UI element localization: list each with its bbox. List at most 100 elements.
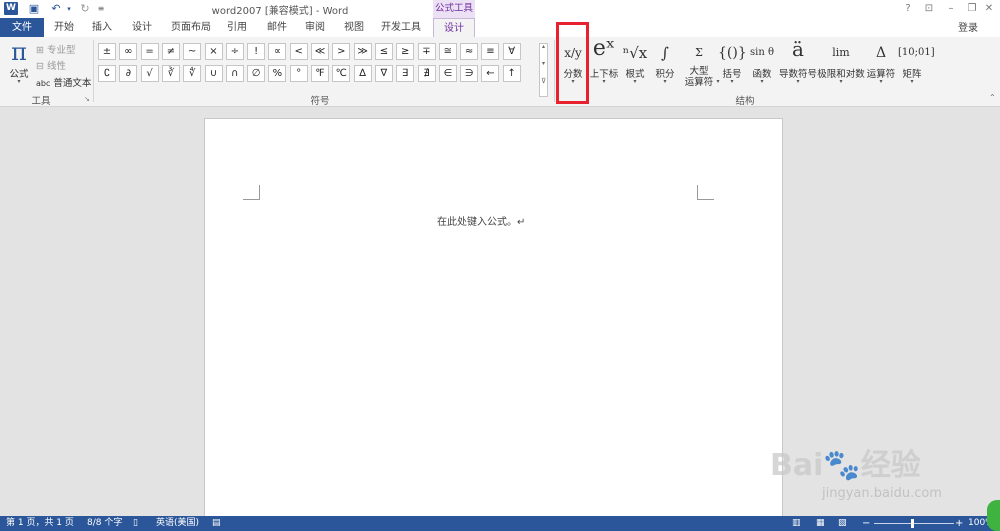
tab-references[interactable]: 引用	[222, 18, 252, 37]
symbols-group-label: 符号	[310, 96, 330, 107]
linear-icon: ⊟	[36, 61, 47, 72]
tab-equation-design[interactable]: 设计	[433, 18, 475, 38]
symbol-button[interactable]: %	[268, 65, 287, 82]
limit-log-dropdown-icon[interactable]: ▾	[818, 78, 864, 85]
watermark-url: jingyan.baidu.com	[822, 486, 942, 501]
symbol-button[interactable]: ∀	[502, 43, 521, 60]
macro-icon[interactable]: ▤	[212, 516, 221, 531]
crop-mark-right	[697, 185, 714, 200]
symbol-button[interactable]: ℉	[311, 65, 329, 82]
help-icon[interactable]: ?	[897, 1, 919, 17]
minimize-icon[interactable]: –	[940, 1, 962, 17]
bracket-icon: {()}	[718, 45, 747, 61]
formula-dropdown-icon[interactable]: ▾	[15, 78, 23, 85]
symbol-button[interactable]: <	[289, 43, 308, 60]
symbol-button[interactable]: ∂	[119, 65, 138, 82]
read-mode-icon[interactable]: ▥	[792, 516, 801, 531]
page-count[interactable]: 第 1 页，共 1 页	[6, 516, 74, 531]
web-layout-icon[interactable]: ▧	[838, 516, 847, 531]
symbol-button[interactable]: ∃	[396, 65, 415, 82]
tab-view[interactable]: 视图	[339, 18, 369, 37]
print-layout-icon[interactable]: ▦	[816, 516, 825, 531]
symbol-button[interactable]: ↑	[502, 65, 521, 82]
symbol-button[interactable]: ÷	[225, 43, 244, 60]
collapse-ribbon-icon[interactable]: ⌃	[989, 93, 996, 102]
fraction-highlight-box	[556, 22, 589, 104]
tab-developer[interactable]: 开发工具	[378, 18, 424, 37]
symbol-button[interactable]: ℃	[332, 65, 351, 82]
tab-page-layout[interactable]: 页面布局	[168, 18, 214, 37]
symbol-button[interactable]: ∅	[247, 65, 266, 82]
symbol-button[interactable]: ×	[204, 43, 223, 60]
normal-text-button[interactable]: abc 普通文本	[36, 75, 91, 89]
document-page[interactable]	[204, 118, 783, 531]
scroll-down-icon[interactable]: ▾	[540, 60, 547, 67]
matrix-dropdown-icon[interactable]: ▾	[898, 78, 926, 85]
symbol-button[interactable]: =	[140, 43, 159, 60]
symbol-button[interactable]: °	[289, 65, 308, 82]
linear-button[interactable]: ⊟ 线性	[36, 58, 66, 72]
symbol-button[interactable]: !	[247, 43, 266, 60]
symbol-button[interactable]: ≪	[311, 43, 329, 60]
zoom-slider-thumb[interactable]	[911, 519, 914, 528]
script-icon: eˣ	[592, 36, 616, 61]
scroll-up-icon[interactable]: ▴	[540, 43, 547, 50]
zoom-slider-track[interactable]	[874, 523, 954, 524]
symbol-button[interactable]: ∩	[225, 65, 244, 82]
equation-placeholder[interactable]: 在此处键入公式。↵	[437, 213, 525, 228]
professional-label: 专业型	[46, 45, 76, 56]
symbol-button[interactable]: ∇	[374, 65, 393, 82]
normal-text-label: 普通文本	[53, 78, 92, 89]
symbol-button[interactable]: ≫	[353, 43, 372, 60]
proofing-icon[interactable]: ▯	[133, 516, 138, 531]
symbol-button[interactable]: √	[140, 65, 159, 82]
large-operator-icon: Σ	[695, 46, 703, 59]
language[interactable]: 英语(美国)	[156, 516, 199, 531]
matrix-icon: [10;01]	[898, 47, 935, 58]
symbol-button[interactable]: ∆	[353, 65, 372, 82]
symbol-button[interactable]: ∈	[438, 65, 457, 82]
tools-dialog-launcher-icon[interactable]: ↘	[84, 95, 90, 103]
symbol-button[interactable]: ≅	[438, 43, 457, 60]
close-icon[interactable]: ✕	[978, 1, 1000, 17]
integral-dropdown-icon[interactable]: ▾	[651, 78, 679, 85]
symbol-button[interactable]: ∓	[417, 43, 436, 60]
tab-home[interactable]: 开始	[50, 18, 78, 37]
tab-review[interactable]: 审阅	[300, 18, 330, 37]
symbol-button[interactable]: ≡	[481, 43, 500, 60]
limit-log-icon: lim	[832, 46, 850, 59]
symbol-button[interactable]: ≠	[161, 43, 180, 60]
tab-file[interactable]: 文件	[0, 18, 44, 37]
accent-dropdown-icon[interactable]: ▾	[780, 78, 816, 85]
symbols-scroll[interactable]	[539, 43, 548, 97]
symbol-button[interactable]: ∁	[98, 65, 116, 82]
word-count[interactable]: 8/8 个字	[87, 516, 122, 531]
zoom-out-icon[interactable]: −	[862, 516, 870, 531]
symbol-button[interactable]: ∄	[417, 65, 436, 82]
login-link[interactable]: 登录	[958, 19, 978, 34]
zoom-in-icon[interactable]: +	[955, 516, 963, 531]
symbol-button[interactable]: ∪	[204, 65, 223, 82]
operator-icon: Δ	[875, 45, 887, 61]
symbol-button[interactable]: ∜	[183, 65, 202, 82]
symbol-button[interactable]: ≈	[460, 43, 479, 60]
symbol-button[interactable]: ≥	[396, 43, 415, 60]
symbol-button[interactable]: ≤	[374, 43, 393, 60]
symbol-button[interactable]: ~	[183, 43, 202, 60]
symbol-button[interactable]: ∛	[161, 65, 180, 82]
symbol-button[interactable]: ←	[481, 65, 500, 82]
symbol-button[interactable]: ±	[98, 43, 116, 60]
tab-design[interactable]: 设计	[128, 18, 156, 37]
pi-icon[interactable]: π	[8, 40, 30, 64]
function-dropdown-icon[interactable]: ▾	[748, 78, 776, 85]
symbol-button[interactable]: ∋	[460, 65, 479, 82]
symbol-button[interactable]: >	[332, 43, 351, 60]
professional-button[interactable]: ⊞ 专业型	[36, 42, 76, 56]
ribbon-display-icon[interactable]: ⊡	[918, 1, 940, 17]
accent-icon: ä	[792, 37, 804, 61]
symbol-button[interactable]: ∞	[119, 43, 138, 60]
gallery-more-icon[interactable]: ⊽	[540, 77, 547, 85]
tab-insert[interactable]: 插入	[88, 18, 116, 37]
symbol-button[interactable]: ∝	[268, 43, 287, 60]
tab-mailings[interactable]: 邮件	[262, 18, 292, 37]
